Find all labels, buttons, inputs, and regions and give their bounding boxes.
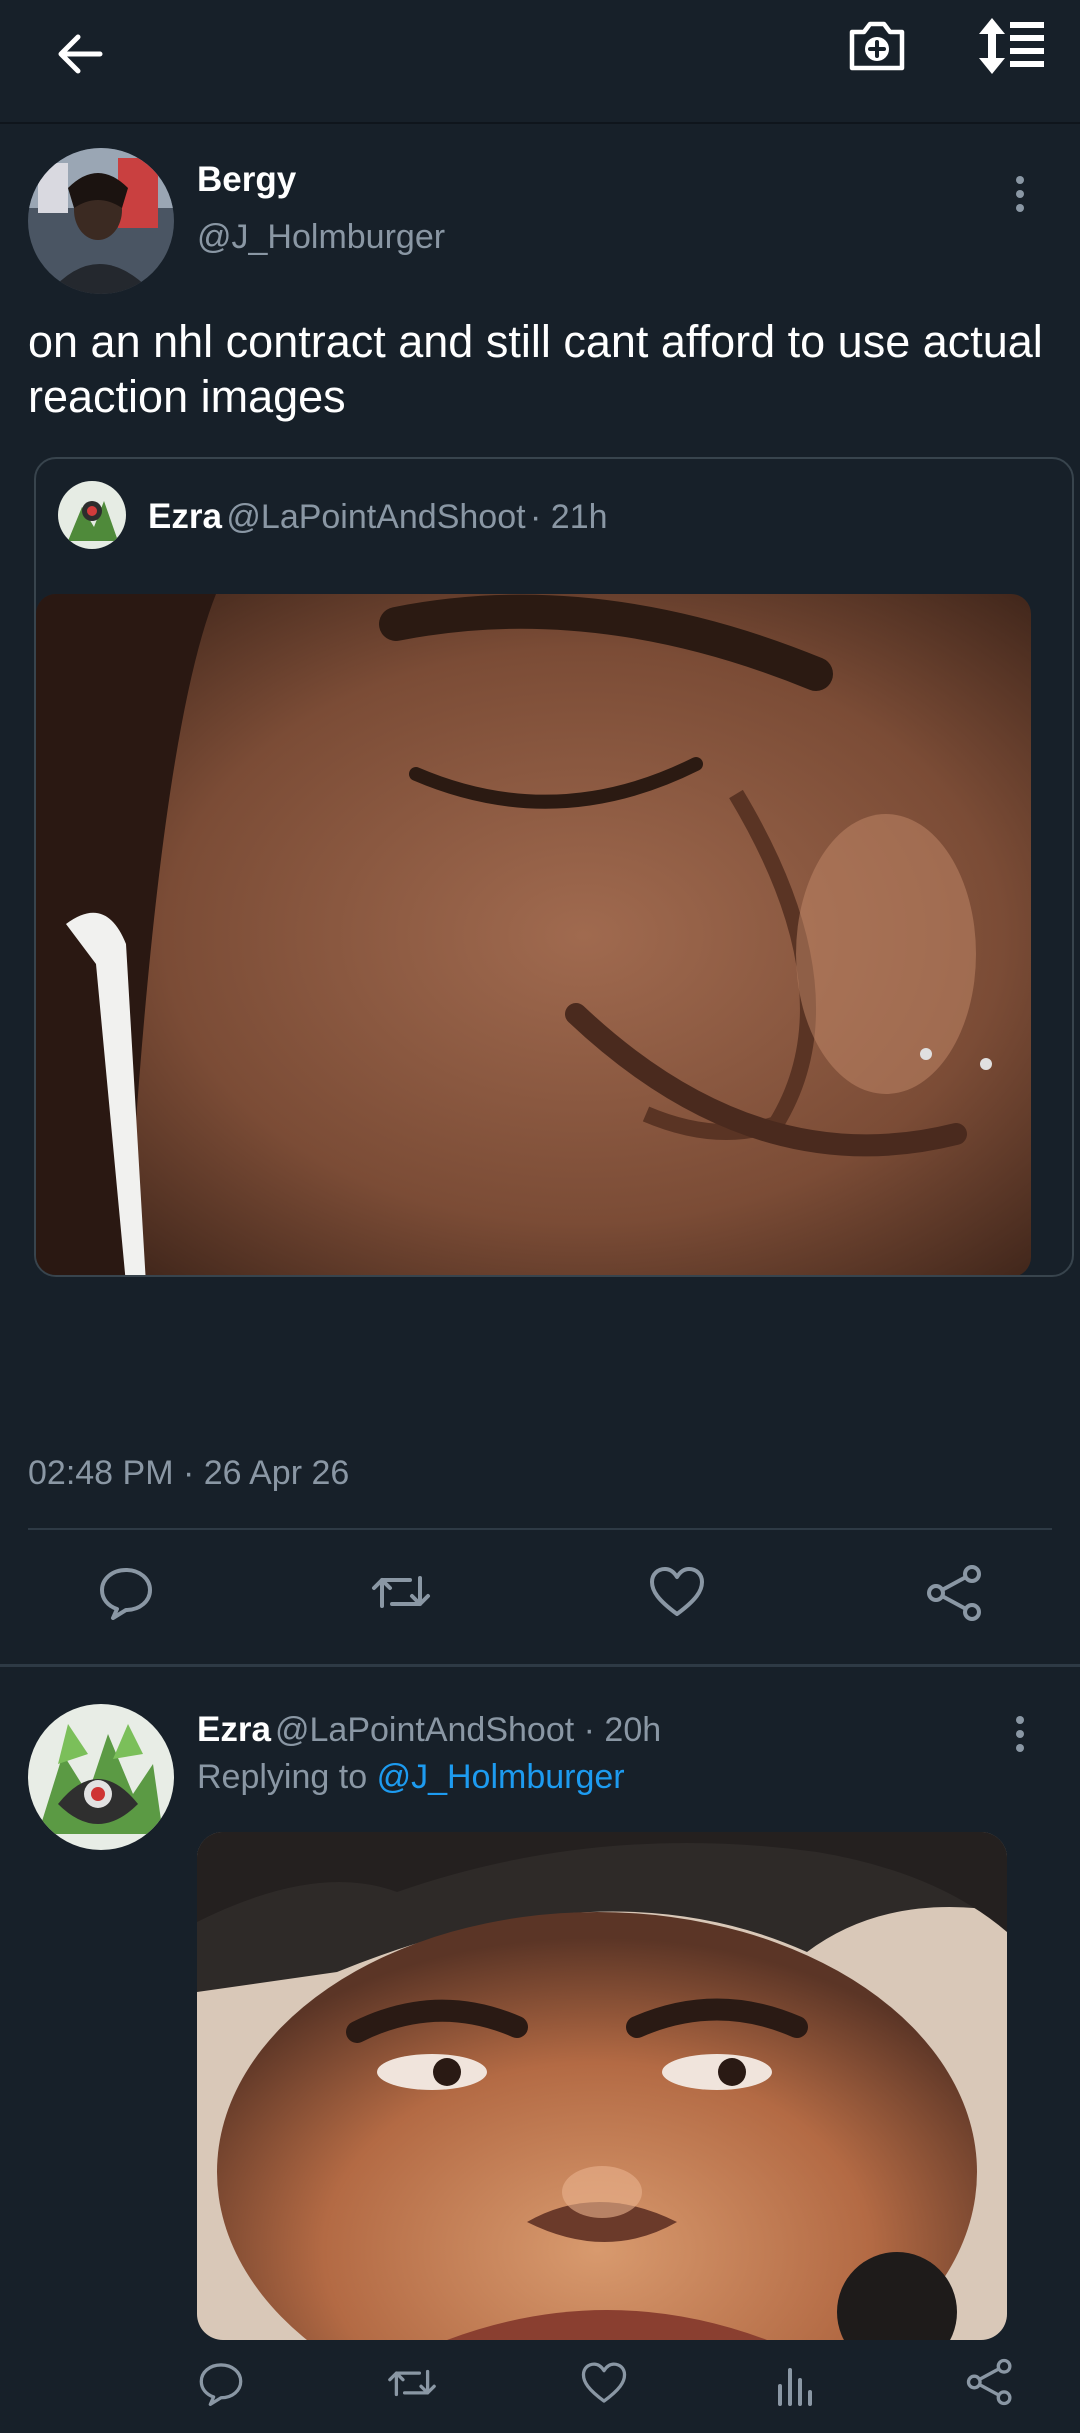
author-handle[interactable]: @J_Holmburger xyxy=(197,218,445,257)
retweet-icon[interactable] xyxy=(370,1564,432,1625)
reply-tweet[interactable]: Ezra @LaPointAndShoot · 20h Replying to … xyxy=(0,1666,1080,2433)
like-icon[interactable] xyxy=(580,2360,628,2411)
reply-time: · 20h xyxy=(583,1711,662,1749)
back-arrow-icon[interactable] xyxy=(52,26,108,82)
reply-handle[interactable]: @LaPointAndShoot xyxy=(275,1711,574,1749)
replying-to: Replying to @J_Holmburger xyxy=(197,1758,625,1797)
like-icon[interactable] xyxy=(648,1564,706,1625)
reply-author-name[interactable]: Ezra xyxy=(197,1710,271,1750)
reply-author-handle: @LaPointAndShoot · 20h xyxy=(275,1711,661,1750)
reply-icon[interactable] xyxy=(198,2360,244,2411)
analytics-icon[interactable] xyxy=(776,2360,816,2411)
quote-author-handle: @LaPointAndShoot xyxy=(226,498,526,536)
reply-image[interactable] xyxy=(197,1832,1007,2340)
author-name[interactable]: Bergy xyxy=(197,160,296,200)
main-tweet: Bergy @J_Holmburger on an nhl contract a… xyxy=(0,124,1080,1664)
tweet-timestamp: 02:48 PM · 26 Apr 26 xyxy=(28,1454,350,1492)
quoted-tweet[interactable]: Ezra @LaPointAndShoot · 21h xyxy=(34,457,1074,1277)
reply-icon[interactable] xyxy=(98,1564,154,1625)
top-bar xyxy=(0,0,1080,124)
replying-to-label: Replying to xyxy=(197,1758,368,1796)
sort-icon[interactable] xyxy=(976,16,1048,76)
share-icon[interactable] xyxy=(966,2358,1014,2411)
retweet-icon[interactable] xyxy=(386,2360,438,2411)
quote-image[interactable] xyxy=(36,594,1031,1275)
quote-avatar xyxy=(58,481,126,549)
share-icon[interactable] xyxy=(926,1564,984,1627)
replying-to-handle[interactable]: @J_Holmburger xyxy=(377,1758,625,1796)
avatar[interactable] xyxy=(28,148,174,294)
divider xyxy=(28,1528,1052,1530)
more-options-icon[interactable] xyxy=(1010,172,1030,221)
quote-time: · 21h xyxy=(530,498,608,536)
more-options-icon[interactable] xyxy=(1010,1712,1030,1761)
tweet-text: on an nhl contract and still cant afford… xyxy=(28,316,1043,422)
reply-avatar[interactable] xyxy=(28,1704,174,1850)
camera-add-icon[interactable] xyxy=(846,14,908,76)
quote-author-name: Ezra xyxy=(148,497,222,536)
